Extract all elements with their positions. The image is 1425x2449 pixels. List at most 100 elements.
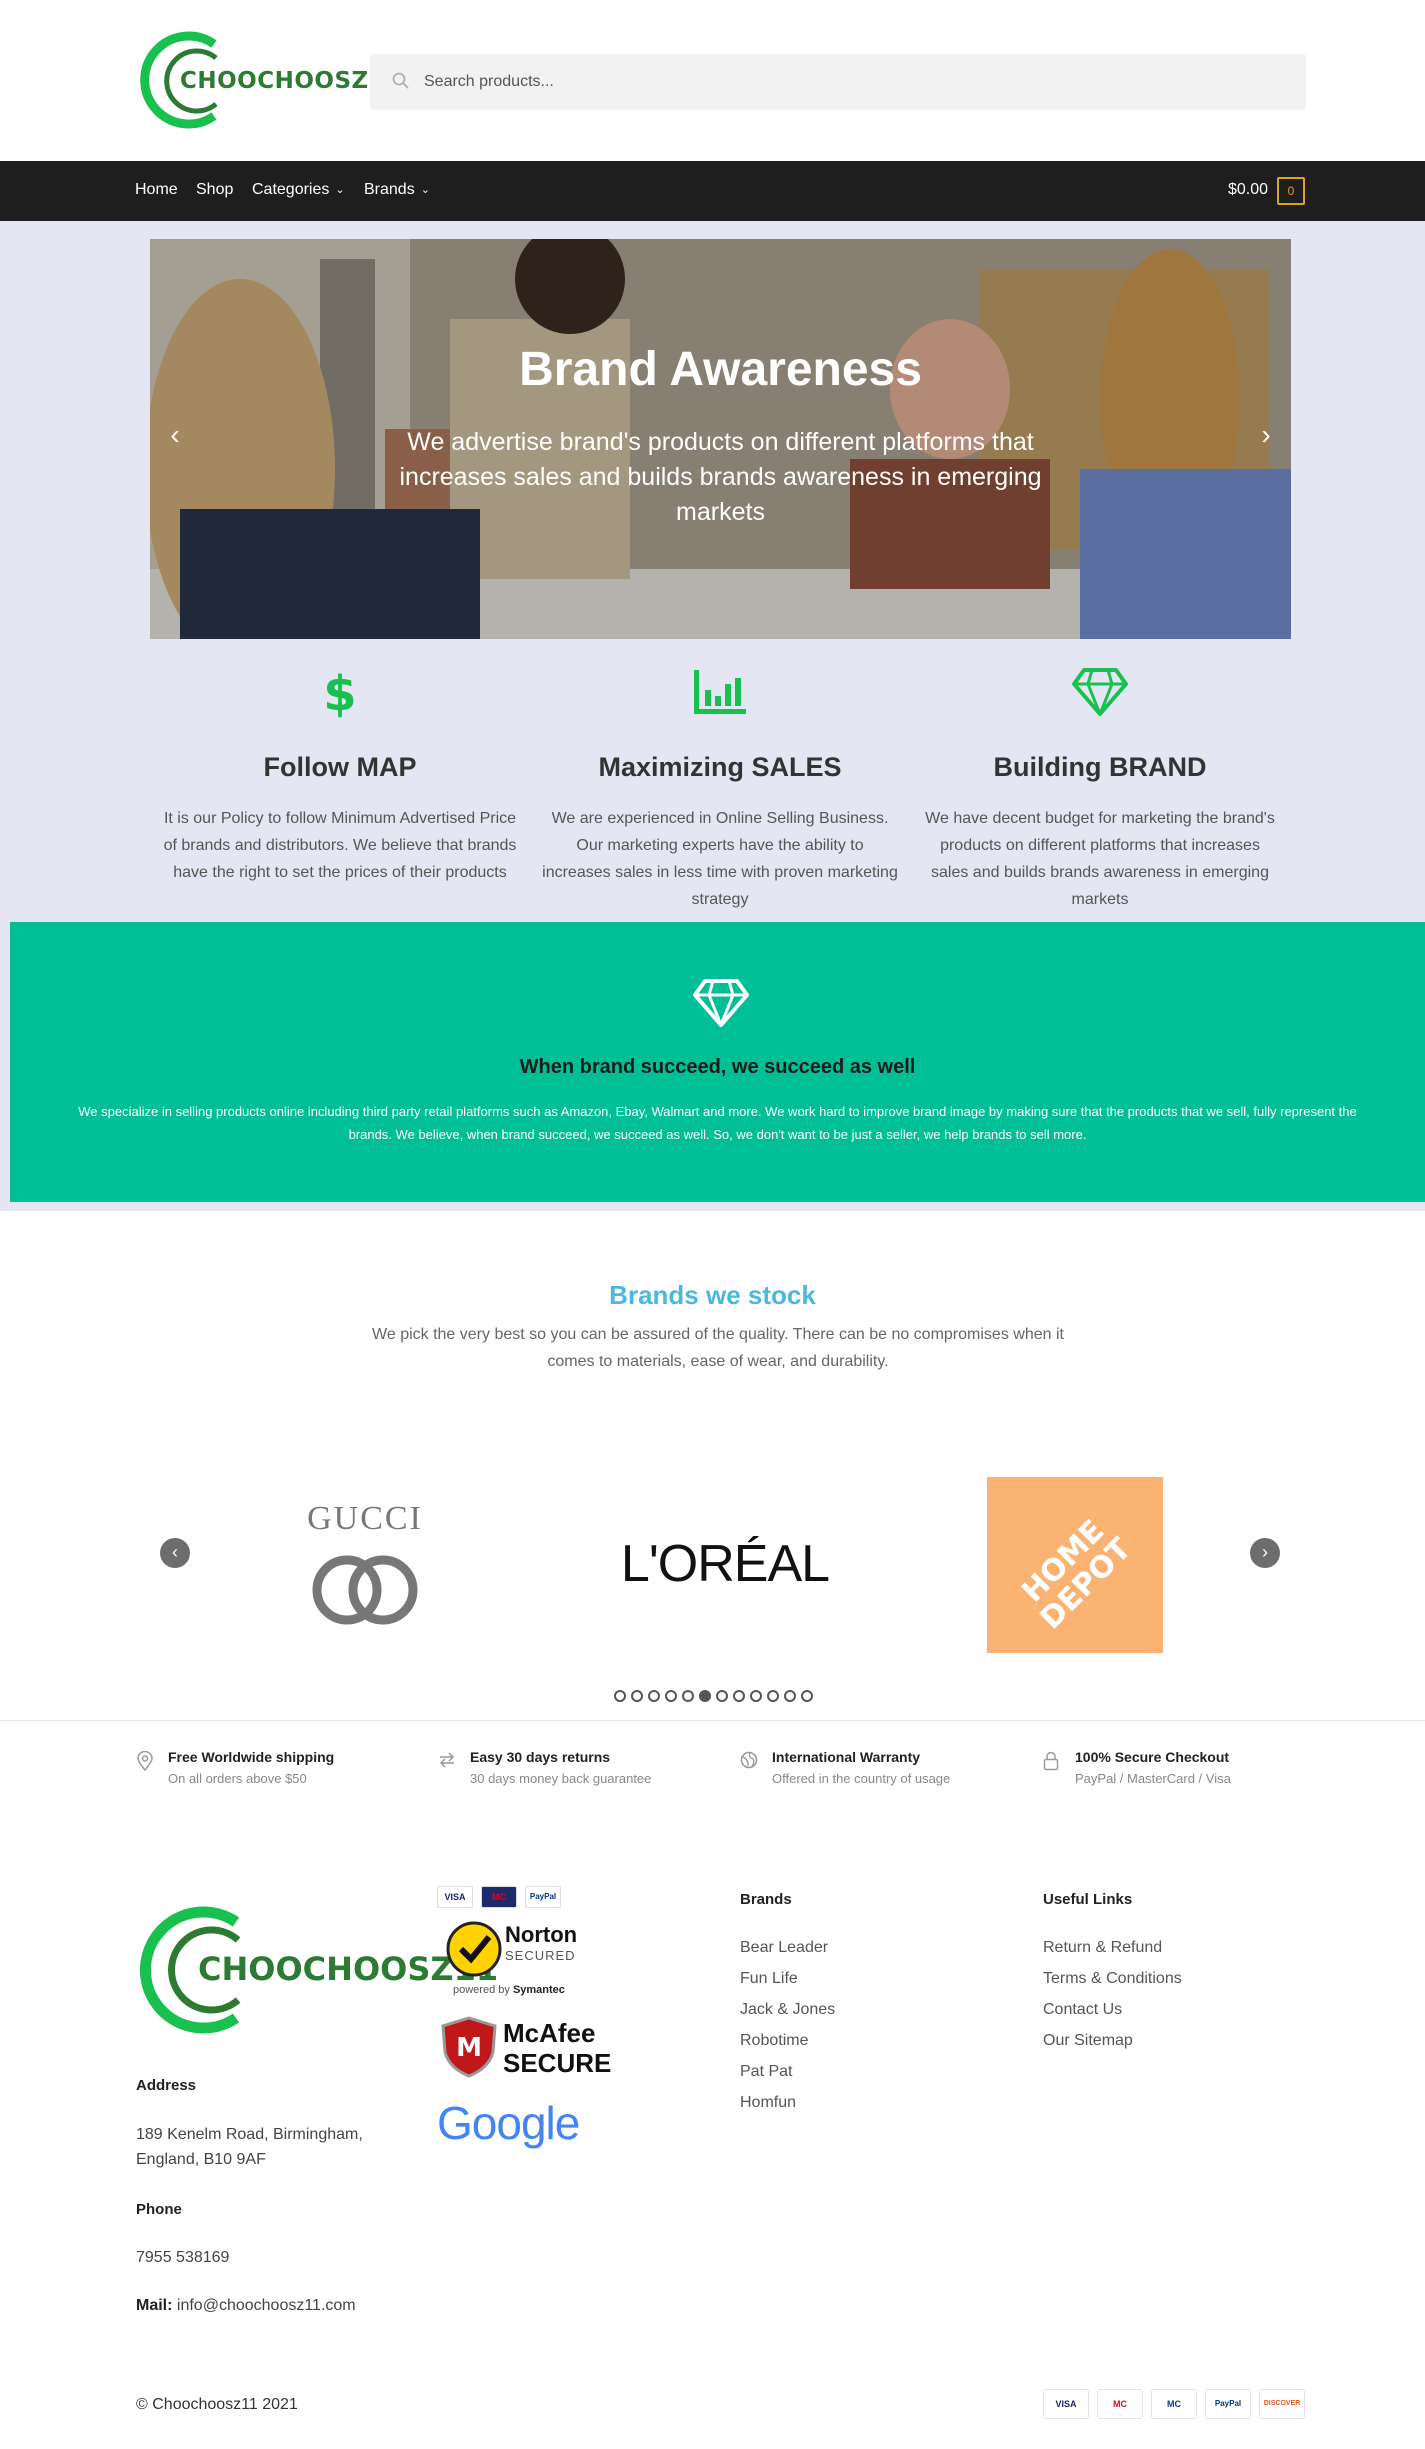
footer-useful-link[interactable]: Contact Us [1043,1994,1182,2025]
nav-categories[interactable]: Categories ⌄ [252,181,345,199]
copyright: © Choochoosz11 2021 [136,2396,298,2413]
brands-next-button[interactable]: › [1250,1538,1280,1568]
globe-icon [740,1751,758,1769]
gucci-gg-icon [312,1555,418,1625]
phone-number[interactable]: 7955 538169 [136,2245,229,2270]
nav-label: Brands [364,181,415,198]
brand-logo-home-depot[interactable]: HOME DEPOT [987,1477,1163,1653]
google-logo: Google [437,2097,580,2149]
nav-label: Home [135,181,178,198]
pagination-dot[interactable] [648,1690,660,1702]
address-line-1: 189 Kenelm Road, Birmingham, [136,2126,363,2143]
paypal-icon: PayPal [525,1886,561,1908]
feature-follow-map: $ Follow MAP It is our Policy to follow … [160,662,520,886]
brand-logo-loreal[interactable]: L'ORÉAL [600,1534,850,1594]
address-line-2: England, B10 9AF [136,2151,266,2168]
feature-text: It is our Policy to follow Minimum Adver… [163,810,517,881]
chevron-down-icon: ⌄ [420,184,430,196]
mail-address[interactable]: info@choochoosz11.com [177,2297,356,2314]
pagination-dot[interactable] [665,1690,677,1702]
nav-shop[interactable]: Shop [196,181,233,199]
pagination-dot[interactable] [733,1690,745,1702]
brand-name: L'ORÉAL [620,1535,830,1593]
svg-text:$: $ [323,666,356,718]
footer-useful-link[interactable]: Our Sitemap [1043,2025,1182,2056]
nav-home[interactable]: Home [135,181,178,199]
mcafee-title: McAfee [503,2018,596,2048]
footer-brand-link[interactable]: Homfun [740,2087,835,2118]
discover-card-icon: DISCOVER [1259,2389,1305,2419]
brands-pagination [614,1690,813,1704]
footer-useful-link[interactable]: Return & Refund [1043,1932,1182,1963]
info-subtitle: 30 days money back guarantee [470,1771,652,1786]
info-title: 100% Secure Checkout [1075,1749,1230,1765]
divider [0,1720,1425,1721]
footer-brand-link[interactable]: Bear Leader [740,1932,835,1963]
pagination-dot[interactable] [631,1690,643,1702]
footer-useful-link[interactable]: Terms & Conditions [1043,1963,1182,1994]
search-icon [392,72,409,89]
lock-icon [1043,1751,1059,1771]
paypal-icon: PayPal [1205,2389,1251,2419]
info-subtitle: On all orders above $50 [168,1771,307,1786]
phone-label: Phone [136,2201,182,2218]
logo-text: CHOOCHOOSZ11 [180,68,402,94]
mcafee-shield-icon: M [441,2016,497,2078]
svg-text:M: M [456,2033,482,2063]
diamond-icon [920,662,1280,722]
footer-brand-link[interactable]: Fun Life [740,1963,835,1994]
cart-count-badge[interactable]: 0 [1277,177,1305,205]
brands-subtitle: We pick the very best so you can be assu… [372,1326,1064,1370]
footer-brands-heading: Brands [740,1891,792,1908]
search-input[interactable] [414,54,1274,110]
pagination-dot[interactable] [784,1690,796,1702]
mission-section: When brand succeed, we succeed as well W… [10,922,1425,1202]
nav-label: Categories [252,181,330,198]
feature-title: Building BRAND [993,752,1207,782]
brand-name: HOME DEPOT [1015,1513,1139,1637]
brands-title: Brands we stock [609,1280,816,1310]
brands-prev-button[interactable]: ‹ [160,1538,190,1568]
slider-prev-button[interactable]: ‹ [160,419,190,451]
feature-title: Maximizing SALES [598,752,842,782]
cart-total[interactable]: $0.00 [1228,181,1268,199]
mastercard-icon: MC [1097,2389,1143,2419]
brand-logo-gucci[interactable]: GUCCI [290,1494,440,1634]
pagination-dot-active[interactable] [699,1690,711,1702]
nav-label: Shop [196,181,234,198]
pagination-dot[interactable] [801,1690,813,1702]
pagination-dot[interactable] [716,1690,728,1702]
visa-card-icon: VISA [1043,2389,1089,2419]
footer-logo[interactable]: CHOOCHOOSZ11 [136,1900,498,2040]
mission-title: When brand succeed, we succeed as well [519,1056,916,1078]
info-title: International Warranty [772,1749,921,1765]
norton-check-icon [446,1921,502,1977]
hero-slider: Brand Awareness We advertise brand's pro… [150,239,1291,639]
info-subtitle: Offered in the country of usage [772,1771,951,1786]
brand-name: GUCCI [307,1500,423,1537]
norton-brand: Symantec [512,1984,565,1996]
pagination-dot[interactable] [767,1690,779,1702]
mission-text: We specialize in selling products online… [78,1104,1357,1142]
footer-brand-link[interactable]: Pat Pat [740,2056,835,2087]
search-bar[interactable] [370,54,1306,110]
location-pin-icon [137,1751,153,1771]
info-title: Free Worldwide shipping [168,1749,335,1765]
footer-links-heading: Useful Links [1043,1891,1133,1908]
footer-brand-link[interactable]: Robotime [740,2025,835,2056]
mail-row: Mail: info@choochoosz11.com [136,2293,356,2318]
pagination-dot[interactable] [750,1690,762,1702]
norton-by: powered by [453,1984,510,1996]
address-label: Address [136,2077,197,2094]
nav-brands[interactable]: Brands ⌄ [364,181,430,199]
footer-links-list: Return & Refund Terms & Conditions Conta… [1043,1932,1182,2056]
slider-next-button[interactable]: › [1251,419,1281,451]
pagination-dot[interactable] [682,1690,694,1702]
site-logo[interactable]: CHOOCHOOSZ11 [134,28,401,132]
norton-secured-badge: Norton SECURED [445,1920,615,1980]
bar-chart-icon [540,662,900,722]
pagination-dot[interactable] [614,1690,626,1702]
dollar-icon: $ [160,662,520,722]
footer-brand-link[interactable]: Jack & Jones [740,1994,835,2025]
mcafee-secure-badge: M McAfee SECURE [439,2016,629,2080]
